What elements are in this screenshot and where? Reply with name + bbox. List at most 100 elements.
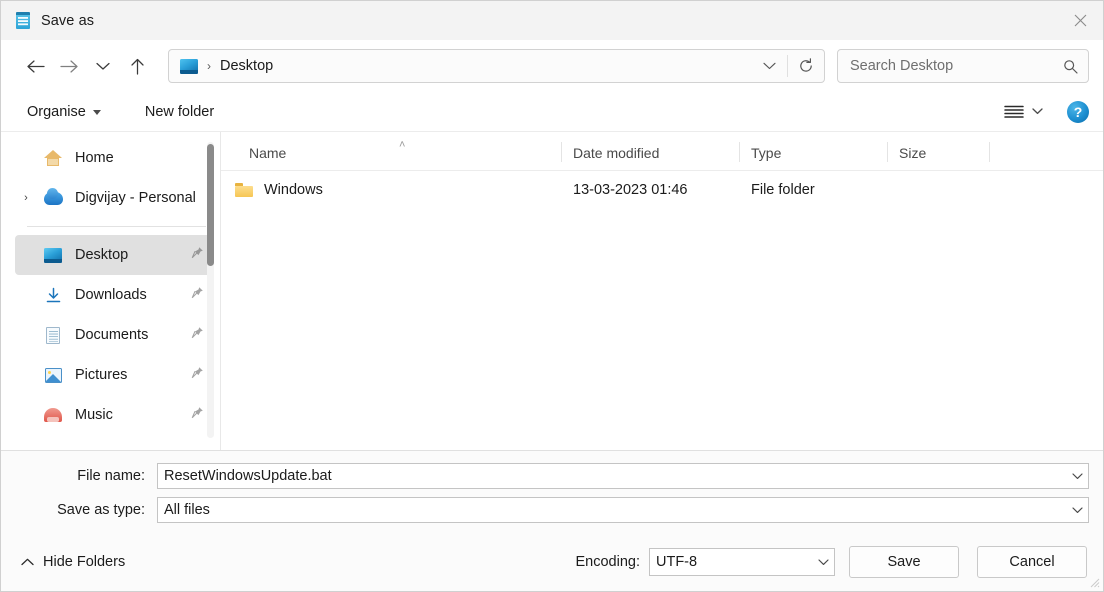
navigation-pane: Home › Digvijay - Personal Desktop	[1, 132, 221, 450]
encoding-label: Encoding:	[576, 554, 641, 570]
navigation-bar: › Desktop	[1, 40, 1103, 92]
up-button[interactable]	[120, 50, 154, 82]
sidebar-divider	[27, 226, 206, 227]
sidebar-item-home[interactable]: Home	[15, 138, 212, 178]
organise-label: Organise	[27, 104, 86, 120]
hide-folders-label: Hide Folders	[43, 554, 125, 570]
file-date-cell: 13-03-2023 01:46	[561, 182, 739, 198]
scrollbar-thumb[interactable]	[207, 144, 214, 266]
hide-folders-button[interactable]: Hide Folders	[15, 550, 131, 574]
pictures-icon	[43, 365, 63, 385]
chevron-down-icon[interactable]	[1066, 498, 1088, 522]
view-options-button[interactable]	[998, 100, 1049, 124]
downloads-icon	[43, 285, 63, 305]
chevron-down-icon	[1032, 108, 1043, 115]
column-header-date-modified[interactable]: Date modified	[561, 132, 739, 170]
save-form: File name: Save as type: All files	[1, 450, 1103, 533]
search-input[interactable]	[838, 58, 1052, 74]
save-as-dialog: Save as	[0, 0, 1104, 592]
sidebar-item-label: Pictures	[75, 367, 127, 383]
sort-ascending-icon: ˄	[399, 140, 405, 151]
chevron-down-icon	[96, 62, 110, 71]
sidebar-scrollbar[interactable]	[207, 142, 214, 438]
file-name-label: File name:	[15, 468, 157, 484]
window-title: Save as	[41, 13, 94, 29]
search-icon[interactable]	[1052, 50, 1088, 82]
save-as-type-value: All files	[158, 498, 1066, 522]
save-as-type-label: Save as type:	[15, 502, 157, 518]
file-list-pane: Name Date modified Type Size ˄ Windows 1…	[221, 132, 1103, 450]
file-name-row: File name:	[15, 463, 1089, 489]
table-row[interactable]: Windows 13-03-2023 01:46 File folder	[221, 171, 1103, 209]
sidebar-list: Home › Digvijay - Personal Desktop	[1, 132, 220, 435]
help-label: ?	[1074, 105, 1083, 119]
breadcrumb-separator: ›	[207, 59, 211, 73]
search-box[interactable]	[837, 49, 1089, 83]
sidebar-item-music[interactable]: Music	[15, 395, 212, 435]
documents-icon	[43, 325, 63, 345]
chevron-down-icon[interactable]	[812, 550, 834, 574]
pin-icon[interactable]	[191, 286, 204, 304]
chevron-right-icon[interactable]: ›	[15, 192, 37, 204]
chevron-down-icon	[763, 62, 776, 70]
save-as-type-row: Save as type: All files	[15, 497, 1089, 523]
column-header-spacer	[989, 132, 1103, 170]
folder-icon	[235, 183, 253, 197]
sidebar-item-desktop[interactable]: Desktop	[15, 235, 212, 275]
address-history-button[interactable]	[751, 50, 787, 82]
command-bar: Organise New folder ?	[1, 92, 1103, 132]
file-name-cell: Windows	[221, 182, 561, 198]
encoding-combo[interactable]: UTF-8	[649, 548, 835, 576]
pin-icon[interactable]	[191, 406, 204, 424]
new-folder-label: New folder	[145, 104, 214, 120]
save-button[interactable]: Save	[849, 546, 959, 578]
back-button[interactable]	[19, 50, 53, 82]
list-view-icon	[1004, 105, 1024, 119]
file-name-combo[interactable]	[157, 463, 1089, 489]
title-bar: Save as	[1, 1, 1103, 40]
cancel-button[interactable]: Cancel	[977, 546, 1087, 578]
desktop-icon	[180, 59, 198, 74]
file-type-cell: File folder	[739, 182, 887, 198]
column-header-type[interactable]: Type	[739, 132, 887, 170]
desktop-icon	[43, 245, 63, 265]
main-content: Home › Digvijay - Personal Desktop	[1, 132, 1103, 450]
sidebar-item-label: Documents	[75, 327, 148, 343]
sidebar-item-pictures[interactable]: Pictures	[15, 355, 212, 395]
column-header-name[interactable]: Name	[221, 132, 561, 170]
file-name-label: Windows	[264, 182, 323, 198]
sidebar-item-label: Music	[75, 407, 113, 423]
file-name-input[interactable]	[158, 467, 1066, 485]
home-icon	[43, 148, 63, 168]
new-folder-button[interactable]: New folder	[137, 100, 222, 124]
close-icon[interactable]	[1057, 1, 1103, 39]
help-icon[interactable]: ?	[1067, 101, 1089, 123]
arrow-left-icon	[26, 59, 45, 74]
pin-icon[interactable]	[191, 366, 204, 384]
sidebar-item-label: Home	[75, 150, 114, 166]
arrow-up-icon	[130, 58, 145, 75]
forward-button[interactable]	[53, 50, 87, 82]
column-header-size[interactable]: Size	[887, 132, 989, 170]
pin-icon[interactable]	[191, 246, 204, 264]
save-as-type-combo[interactable]: All files	[157, 497, 1089, 523]
music-icon	[43, 405, 63, 425]
refresh-icon	[798, 58, 814, 74]
organise-button[interactable]: Organise	[19, 100, 109, 124]
chevron-down-icon[interactable]	[1066, 464, 1088, 488]
column-headers: Name Date modified Type Size ˄	[221, 132, 1103, 171]
dialog-footer: Hide Folders Encoding: UTF-8 Save Cancel	[1, 533, 1103, 591]
sidebar-item-documents[interactable]: Documents	[15, 315, 212, 355]
sidebar-item-label: Digvijay - Personal	[75, 190, 196, 206]
address-bar[interactable]: › Desktop	[168, 49, 825, 83]
sidebar-item-onedrive[interactable]: › Digvijay - Personal	[15, 178, 212, 218]
breadcrumb-path: Desktop	[220, 58, 273, 74]
onedrive-cloud-icon	[43, 188, 63, 208]
recent-locations-button[interactable]	[87, 50, 121, 82]
resize-grip-icon[interactable]	[1090, 578, 1100, 588]
chevron-up-icon	[21, 558, 34, 566]
pin-icon[interactable]	[191, 326, 204, 344]
refresh-button[interactable]	[788, 50, 824, 82]
sidebar-item-downloads[interactable]: Downloads	[15, 275, 212, 315]
sidebar-item-label: Desktop	[75, 247, 128, 263]
